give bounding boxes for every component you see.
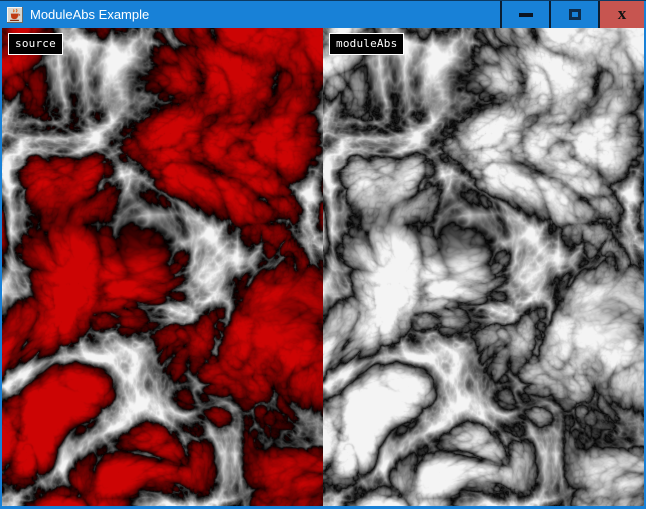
source-noise-image [2,28,323,506]
window-title: ModuleAbs Example [30,7,500,22]
panel-source: source [2,28,323,506]
close-button[interactable]: x [600,1,644,28]
minimize-icon [519,13,533,17]
content-area: source moduleAbs [2,28,644,506]
close-icon: x [618,5,627,22]
source-label: source [8,33,63,55]
maximize-icon [569,9,581,20]
titlebar[interactable]: ModuleAbs Example x [0,0,646,28]
caption-buttons: x [500,1,644,28]
maximize-button[interactable] [551,1,598,28]
moduleabs-noise-image [323,28,644,506]
app-window: ModuleAbs Example x source moduleAbs [0,0,646,509]
java-coffee-cup-icon [7,7,23,23]
panel-moduleabs: moduleAbs [323,28,644,506]
minimize-button[interactable] [502,1,549,28]
moduleabs-label: moduleAbs [329,33,404,55]
